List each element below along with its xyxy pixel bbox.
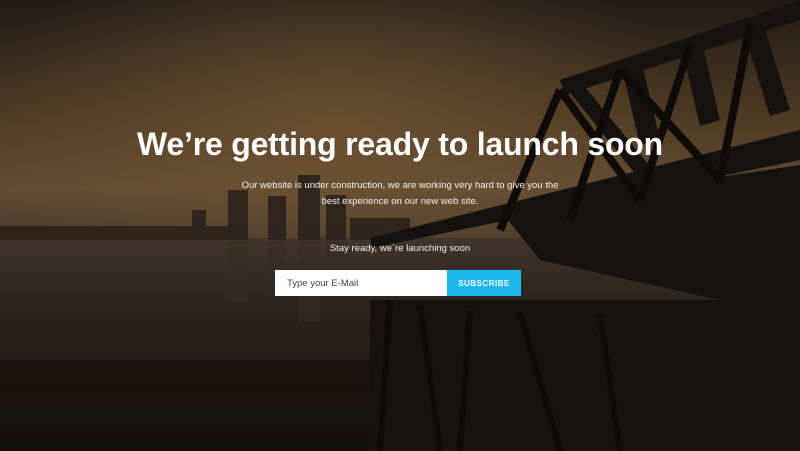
subscribe-button[interactable]: SUBSCRIBE <box>447 270 521 296</box>
construction-message: Our website is under construction, we ar… <box>241 180 559 207</box>
stay-ready-text: Stay ready, we`re launching soon <box>329 243 471 254</box>
subscribe-form: SUBSCRIBE <box>275 270 521 296</box>
hero-section: We’re getting ready to launch soon Our w… <box>0 0 800 451</box>
page-title: We’re getting ready to launch soon <box>136 126 663 162</box>
email-input[interactable] <box>275 270 447 296</box>
